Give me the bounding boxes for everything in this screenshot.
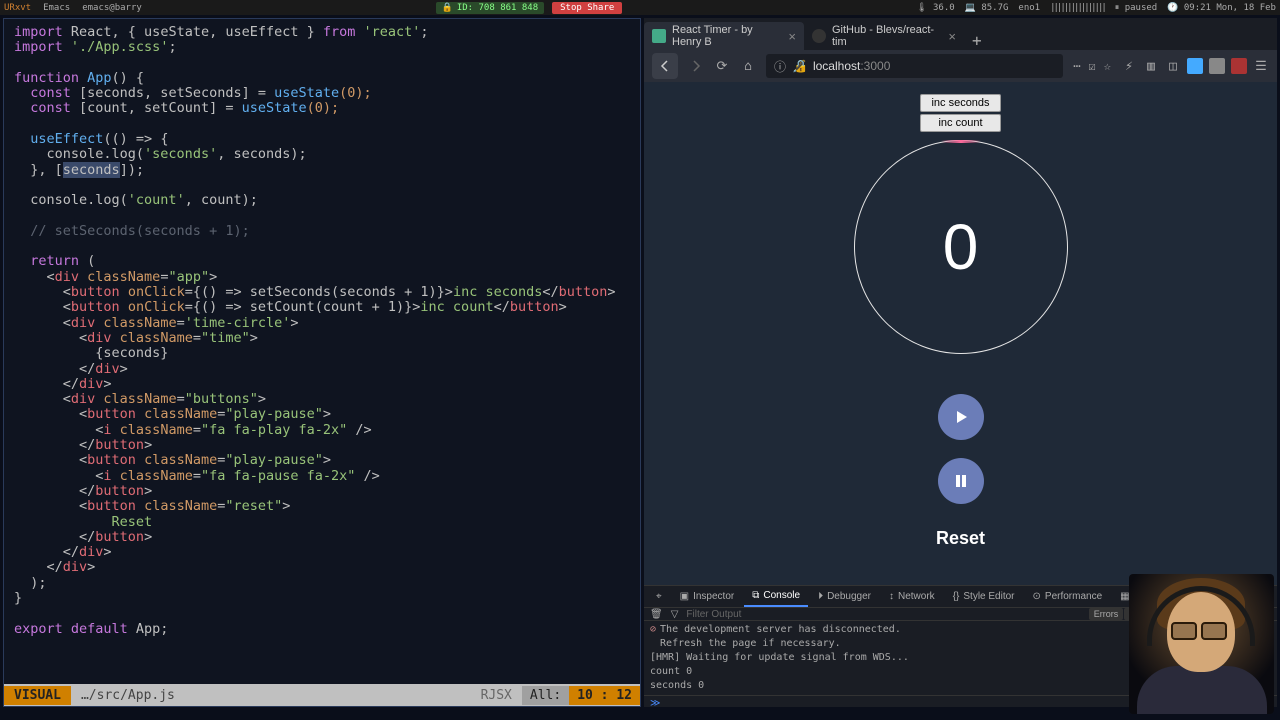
activity-bars: ||||||||||||||||	[1050, 3, 1105, 13]
sidebar-icon[interactable]: ◫	[1165, 58, 1181, 74]
scroll-percent: All:	[522, 686, 569, 705]
cursor-position: 10 : 12	[569, 686, 640, 705]
pause-icon	[953, 473, 969, 489]
devtools-tab-performance[interactable]: ⊙ Performance	[1025, 587, 1111, 606]
filetype: RJSX	[471, 686, 522, 705]
devtools-tab-network[interactable]: ↕ Network	[881, 587, 943, 606]
back-button[interactable]	[652, 53, 678, 79]
editor-pane[interactable]: import React, { useState, useEffect } fr…	[3, 18, 641, 707]
library-icon[interactable]: ▥	[1143, 58, 1159, 74]
timer-value: 0	[943, 210, 979, 284]
close-tab-icon[interactable]: ×	[788, 29, 796, 44]
webcam-overlay	[1129, 574, 1274, 714]
address-bar[interactable]: ⓘ 🔏 localhost:3000	[766, 54, 1063, 78]
play-icon	[952, 408, 970, 426]
ext-icon-1[interactable]	[1187, 58, 1203, 74]
cpu-indicator: 💻 85.7G	[965, 3, 1009, 13]
rendered-page: inc seconds inc count 0 Reset	[644, 82, 1277, 585]
inc-count-button[interactable]: inc count	[920, 114, 1000, 132]
trash-icon[interactable]: 🗑	[650, 609, 663, 620]
browser-tab-github[interactable]: GitHub - Blevs/react-tim ×	[804, 22, 964, 50]
stop-share-button[interactable]: Stop Share	[552, 2, 622, 14]
permissions-icon[interactable]: 🔏	[792, 59, 807, 73]
new-tab-button[interactable]: +	[964, 31, 990, 50]
share-id-badge: 🔒ID: 708 861 848	[436, 2, 545, 14]
bookmark-star-icon[interactable]: ☆	[1104, 59, 1111, 73]
network-iface: eno1	[1018, 3, 1040, 13]
devtools-tab-styleeditor[interactable]: {} Style Editor	[945, 587, 1023, 606]
close-tab-icon[interactable]: ×	[948, 29, 956, 44]
reader-icon[interactable]: ☑	[1089, 59, 1096, 73]
visual-selection: seconds	[63, 162, 120, 178]
browser-tabbar: React Timer - by Henry B × GitHub - Blev…	[644, 18, 1277, 50]
filter-icon[interactable]: ▽	[671, 609, 679, 620]
vim-mode: VISUAL	[4, 686, 71, 705]
timer-circle: 0	[854, 140, 1068, 354]
clock: 🕐 09:21 Mon, 18 Feb	[1167, 3, 1276, 13]
temp-indicator: 🌡 36.0	[916, 3, 955, 13]
reload-button[interactable]: ⟳	[714, 58, 730, 74]
lock-icon: 🔒	[442, 3, 453, 13]
tab-title: GitHub - Blevs/react-tim	[832, 24, 942, 48]
console-filter-input[interactable]: Filter Output	[686, 609, 1080, 620]
desktop-topbar: URxvt Emacs emacs@barry 🔒ID: 708 861 848…	[0, 0, 1280, 15]
inc-seconds-button[interactable]: inc seconds	[920, 94, 1000, 112]
forward-button[interactable]	[688, 58, 704, 74]
tab-title: React Timer - by Henry B	[672, 24, 782, 48]
devtools-picker-icon[interactable]: ⌖	[648, 587, 670, 606]
page-actions-icon[interactable]: ⋯	[1073, 59, 1080, 73]
app-emacs[interactable]: Emacs	[43, 3, 70, 13]
ublock-icon[interactable]	[1231, 58, 1247, 74]
react-favicon	[652, 29, 666, 43]
devtools-icon[interactable]: ⚡	[1121, 58, 1137, 74]
code-editor[interactable]: import React, { useState, useEffect } fr…	[4, 19, 640, 684]
devtools-tab-console[interactable]: ⧉ Console	[744, 586, 808, 607]
pause-button[interactable]	[938, 458, 984, 504]
menu-button[interactable]: ☰	[1253, 58, 1269, 74]
ext-icon-2[interactable]	[1209, 58, 1225, 74]
devtools-tab-debugger[interactable]: ⏵ Debugger	[810, 587, 879, 606]
github-favicon	[812, 29, 826, 43]
play-button[interactable]	[938, 394, 984, 440]
browser-tab-react-timer[interactable]: React Timer - by Henry B ×	[644, 22, 804, 50]
app-emacs-host[interactable]: emacs@barry	[82, 3, 142, 13]
log-line: The development server has disconnected.	[660, 623, 1202, 637]
terminal-name: URxvt	[4, 3, 31, 13]
home-button[interactable]: ⌂	[740, 58, 756, 74]
file-path: …/src/App.js	[71, 686, 185, 705]
devtools-tab-inspector[interactable]: ▣ Inspector	[672, 587, 743, 606]
filter-errors[interactable]: Errors	[1089, 608, 1124, 620]
paused-indicator: ⏸ paused	[1115, 3, 1157, 13]
reset-button[interactable]: Reset	[936, 528, 985, 549]
info-icon[interactable]: ⓘ	[774, 58, 786, 75]
browser-urlbar: ⟳ ⌂ ⓘ 🔏 localhost:3000 ⋯ ☑ ☆ ⚡ ▥ ◫ ☰	[644, 50, 1277, 82]
editor-statusline: VISUAL …/src/App.js RJSX All: 10 : 12	[4, 684, 640, 706]
